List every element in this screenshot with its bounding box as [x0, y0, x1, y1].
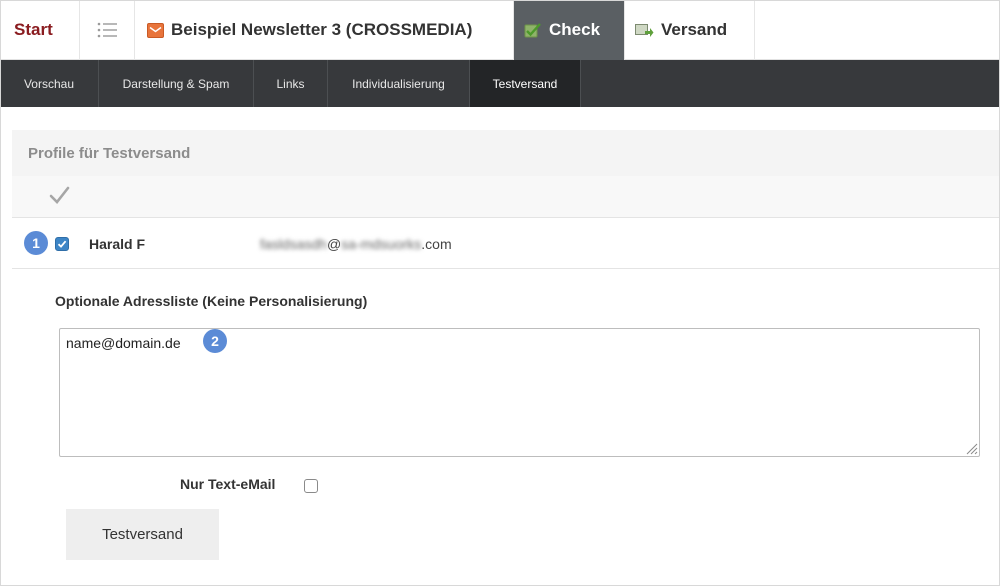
resize-grip-icon[interactable]: [964, 441, 978, 455]
email-redacted-domain: sa-mdsuorks: [341, 236, 422, 252]
tab-label: Individualisierung: [352, 76, 445, 91]
address-list-label: Optionale Adressliste (Keine Personalisi…: [55, 293, 368, 309]
tab-label: Vorschau: [23, 76, 75, 91]
tab-links[interactable]: Links: [254, 60, 328, 107]
callout-badge: 1: [24, 231, 48, 255]
tab-label: Testversand: [492, 76, 558, 91]
list-menu-button[interactable]: [80, 0, 135, 60]
tab-darstellung-spam[interactable]: Darstellung & Spam: [99, 60, 254, 107]
tab-testversand[interactable]: Testversand: [470, 60, 581, 107]
testversand-button[interactable]: Testversand: [66, 509, 219, 560]
send-mail-icon: [635, 23, 654, 38]
envelope-icon: [147, 22, 164, 38]
email-redacted-local: fasldsasdh: [260, 236, 327, 252]
email-at: @: [326, 236, 342, 252]
address-list-textarea[interactable]: name@domain.de: [59, 328, 980, 457]
email-suffix: .com: [421, 236, 452, 252]
checkbox-check-icon: [57, 240, 67, 248]
select-all-check-icon[interactable]: [48, 184, 70, 206]
text-only-email-label: Nur Text-eMail: [180, 476, 276, 492]
profile-row: 1 Harald F fasldsasdh@sa-mdsuorks.com: [12, 219, 1000, 269]
tab-versand[interactable]: Versand: [625, 0, 755, 60]
panel-title: Profile für Testversand: [28, 145, 191, 162]
tab-label: Links: [276, 76, 305, 91]
start-label: Start: [14, 20, 53, 39]
start-link[interactable]: Start: [0, 0, 80, 60]
testversand-panel: Profile für Testversand 1 Harald F fasld…: [12, 130, 1000, 586]
tab-check[interactable]: Check: [514, 0, 625, 60]
newsletter-title-tab[interactable]: Beispiel Newsletter 3 (CROSSMEDIA): [135, 0, 514, 60]
versand-label: Versand: [661, 20, 728, 39]
callout-badge: 2: [203, 329, 227, 353]
check-subnavigation: Vorschau Darstellung & Spam Links Indivi…: [0, 60, 1000, 107]
panel-header: Profile für Testversand: [12, 130, 1000, 176]
list-icon: [97, 22, 117, 38]
select-all-row: [12, 176, 1000, 218]
tab-vorschau[interactable]: Vorschau: [0, 60, 99, 107]
top-navigation-bar: Start Beispiel Newsletter 3 (CROSSMEDIA)…: [0, 0, 1000, 60]
profile-name: Harald F: [89, 236, 146, 252]
tab-label: Darstellung & Spam: [122, 76, 230, 91]
check-label: Check: [549, 20, 601, 39]
checklist-icon: [524, 22, 542, 38]
profile-checkbox[interactable]: [55, 237, 69, 251]
profile-email: fasldsasdh@sa-mdsuorks.com: [260, 236, 452, 252]
newsletter-title: Beispiel Newsletter 3 (CROSSMEDIA): [171, 20, 473, 39]
tab-individualisierung[interactable]: Individualisierung: [328, 60, 470, 107]
text-only-email-checkbox[interactable]: [304, 479, 318, 493]
